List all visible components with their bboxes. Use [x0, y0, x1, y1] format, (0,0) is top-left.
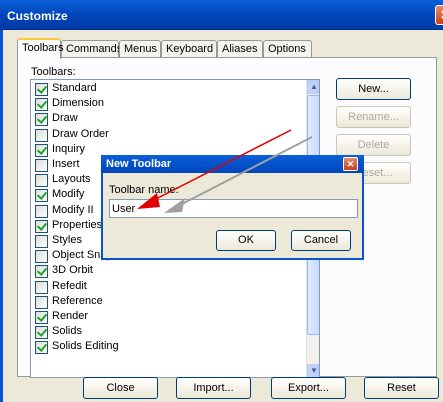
- checkbox-icon[interactable]: [35, 295, 48, 309]
- list-item-label: 3D Orbit: [52, 264, 93, 277]
- new-toolbar-title: New Toolbar: [106, 158, 172, 170]
- window-titlebar: Customize ✕: [0, 0, 443, 30]
- tab-menus[interactable]: Menus: [119, 40, 161, 58]
- toolbars-list-label: Toolbars:: [31, 66, 76, 78]
- close-button[interactable]: Close: [83, 377, 158, 399]
- checkbox-icon[interactable]: [35, 113, 48, 127]
- rename-button-label: Rename...: [348, 111, 399, 123]
- rename-button[interactable]: Rename...: [336, 106, 411, 128]
- tab-commands[interactable]: Commands: [61, 40, 122, 58]
- list-item-label: Insert: [52, 158, 80, 170]
- list-item-label: Properties: [52, 218, 103, 231]
- delete-button-label: Delete: [357, 139, 390, 151]
- ok-button[interactable]: OK: [216, 230, 276, 251]
- checkbox-icon[interactable]: [35, 189, 48, 203]
- import-button-label: Import...: [193, 382, 234, 394]
- list-item-label: Draw: [52, 112, 78, 125]
- list-item-label: Render: [52, 310, 89, 322]
- list-item-label: Modify: [52, 188, 85, 201]
- reset-button[interactable]: Reset: [364, 377, 439, 399]
- ok-button-label: OK: [238, 234, 254, 246]
- close-icon[interactable]: ✕: [435, 5, 443, 25]
- new-toolbar-titlebar: New Toolbar ✕: [101, 155, 364, 173]
- list-item-label: Reference: [52, 294, 103, 307]
- tab-aliases[interactable]: Aliases: [217, 40, 263, 58]
- checkbox-icon[interactable]: [35, 326, 48, 340]
- list-item-label: Refedit: [52, 279, 87, 292]
- list-item-label: Solids Editing: [52, 340, 119, 353]
- list-item-label: Modify II: [52, 203, 94, 216]
- new-button[interactable]: New...: [336, 78, 411, 100]
- list-item-label: Standard: [52, 82, 97, 94]
- checkbox-icon[interactable]: [35, 159, 48, 172]
- checkbox-icon[interactable]: [35, 98, 48, 112]
- checkbox-icon[interactable]: [35, 128, 48, 142]
- checkbox-icon[interactable]: [35, 83, 48, 96]
- list-item-label: Layouts: [52, 173, 91, 186]
- checkbox-icon[interactable]: [35, 174, 48, 188]
- close-icon[interactable]: ✕: [343, 157, 358, 171]
- checkbox-icon[interactable]: [35, 219, 48, 233]
- tab-toolbars[interactable]: Toolbars: [17, 38, 64, 59]
- cancel-button-label: Cancel: [303, 234, 339, 246]
- import-button[interactable]: Import...: [176, 377, 251, 399]
- toolbar-name-input[interactable]: [109, 199, 358, 218]
- tab-keyboard[interactable]: Keyboard: [161, 40, 217, 58]
- toolbar-name-label: Toolbar name:: [109, 184, 179, 196]
- list-item-label: Dimension: [52, 97, 104, 110]
- checkbox-icon[interactable]: [35, 280, 48, 294]
- checkbox-icon[interactable]: [35, 250, 48, 264]
- scroll-down-icon[interactable]: ▼: [307, 364, 319, 377]
- window-title: Customize: [7, 9, 68, 23]
- delete-button[interactable]: Delete: [336, 134, 411, 156]
- cancel-button[interactable]: Cancel: [291, 230, 351, 251]
- checkbox-icon[interactable]: [35, 143, 48, 157]
- new-button-label: New...: [358, 83, 389, 95]
- checkbox-icon[interactable]: [35, 204, 48, 218]
- new-toolbar-dialog: New Toolbar ✕ Toolbar name: OK Cancel: [101, 155, 364, 260]
- checkbox-icon[interactable]: [35, 265, 48, 279]
- list-item-label: Draw Order: [52, 127, 109, 140]
- checkbox-icon[interactable]: [35, 311, 48, 324]
- list-item-label: Styles: [52, 234, 82, 246]
- scroll-up-icon[interactable]: ▲: [307, 80, 319, 94]
- checkbox-icon[interactable]: [35, 341, 48, 355]
- list-item-label: Solids: [52, 325, 82, 338]
- export-button-label: Export...: [288, 382, 329, 394]
- export-button[interactable]: Export...: [271, 377, 346, 399]
- close-button-label: Close: [106, 382, 135, 394]
- checkbox-icon[interactable]: [35, 235, 48, 248]
- list-item-label: Inquiry: [52, 142, 86, 155]
- reset-button-label: Reset: [387, 382, 416, 394]
- tab-options[interactable]: Options: [263, 40, 312, 58]
